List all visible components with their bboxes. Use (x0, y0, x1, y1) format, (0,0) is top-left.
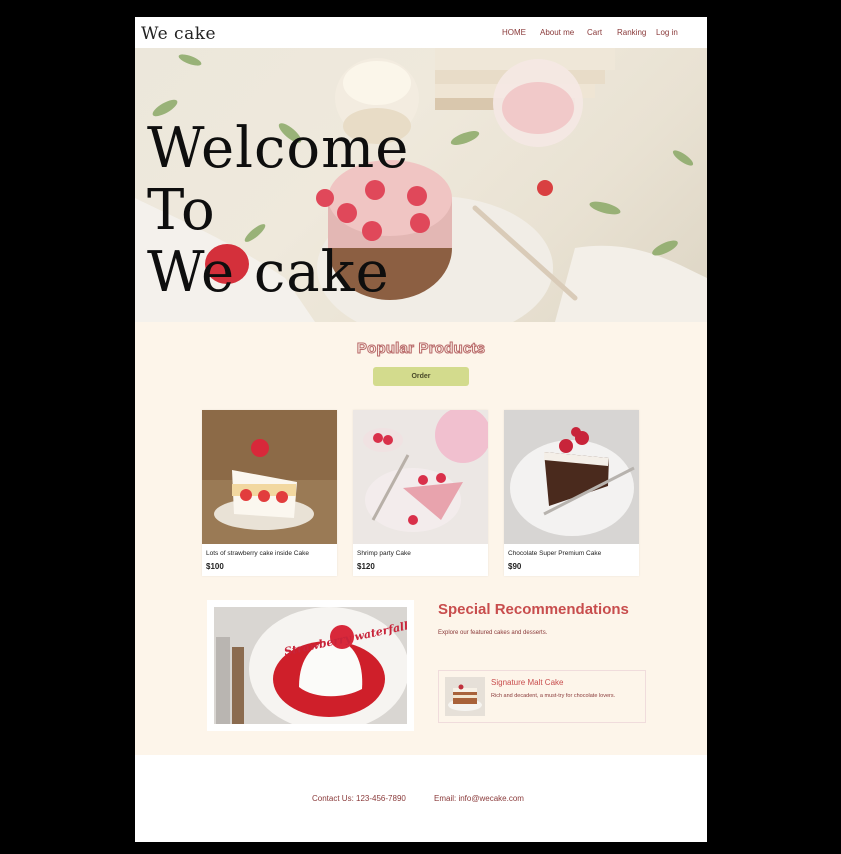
nav-about-me[interactable]: About me (540, 28, 574, 37)
top-nav: We cake HOME About me Cart Ranking Log i… (135, 17, 707, 48)
nav-cart[interactable]: Cart (587, 28, 602, 37)
section-title: Popular Products (356, 340, 486, 358)
nav-ranking[interactable]: Ranking (617, 28, 646, 37)
page: We cake HOME About me Cart Ranking Log i… (135, 17, 707, 842)
product-name: Chocolate Super Premium Cake (508, 550, 602, 557)
footer-contact: Contact Us: 123-456-7890 (312, 794, 406, 803)
product-image (504, 410, 639, 544)
special-image-frame: Strawberry waterfall cake (207, 600, 414, 731)
footer-email[interactable]: Email: info@wecake.com (434, 794, 524, 803)
nav-log-in[interactable]: Log in (656, 28, 678, 37)
product-image (202, 410, 337, 544)
product-price: $100 (206, 562, 224, 571)
product-name: Shrimp party Cake (357, 550, 411, 557)
hero-title-line: Welcome (147, 116, 410, 181)
hero-title-line: We cake (147, 240, 390, 305)
product-image (353, 410, 488, 544)
nav-home[interactable]: HOME (502, 28, 526, 37)
product-price: $90 (508, 562, 522, 571)
recommendation-card[interactable]: Signature Malt Cake Rich and decadent, a… (438, 670, 646, 723)
recommendation-description: Rich and decadent, a must-try for chocol… (491, 693, 616, 699)
product-name: Lots of strawberry cake inside Cake (206, 550, 309, 557)
special-title: Special Recommendations (438, 601, 629, 618)
special-image: Strawberry waterfall cake (214, 607, 407, 724)
product-card[interactable]: Chocolate Super Premium Cake $90 (504, 410, 639, 576)
product-card[interactable]: Lots of strawberry cake inside Cake $100 (202, 410, 337, 576)
recommendation-thumbnail (445, 677, 485, 716)
hero-banner: Welcome To We cake (135, 48, 707, 322)
special-subtitle: Explore our featured cakes and desserts. (438, 630, 548, 636)
product-price: $120 (357, 562, 375, 571)
recommendation-name: Signature Malt Cake (491, 678, 564, 687)
popular-products-section: Popular Products Order Lots of strawberr… (135, 322, 707, 755)
order-button[interactable]: Order (373, 367, 469, 386)
footer: Contact Us: 123-456-7890 Email: info@wec… (135, 755, 707, 842)
hero-title-line: To (147, 178, 216, 243)
product-card[interactable]: Shrimp party Cake $120 (353, 410, 488, 576)
logo[interactable]: We cake (141, 24, 216, 44)
hero-title: Welcome To We cake (147, 118, 409, 304)
